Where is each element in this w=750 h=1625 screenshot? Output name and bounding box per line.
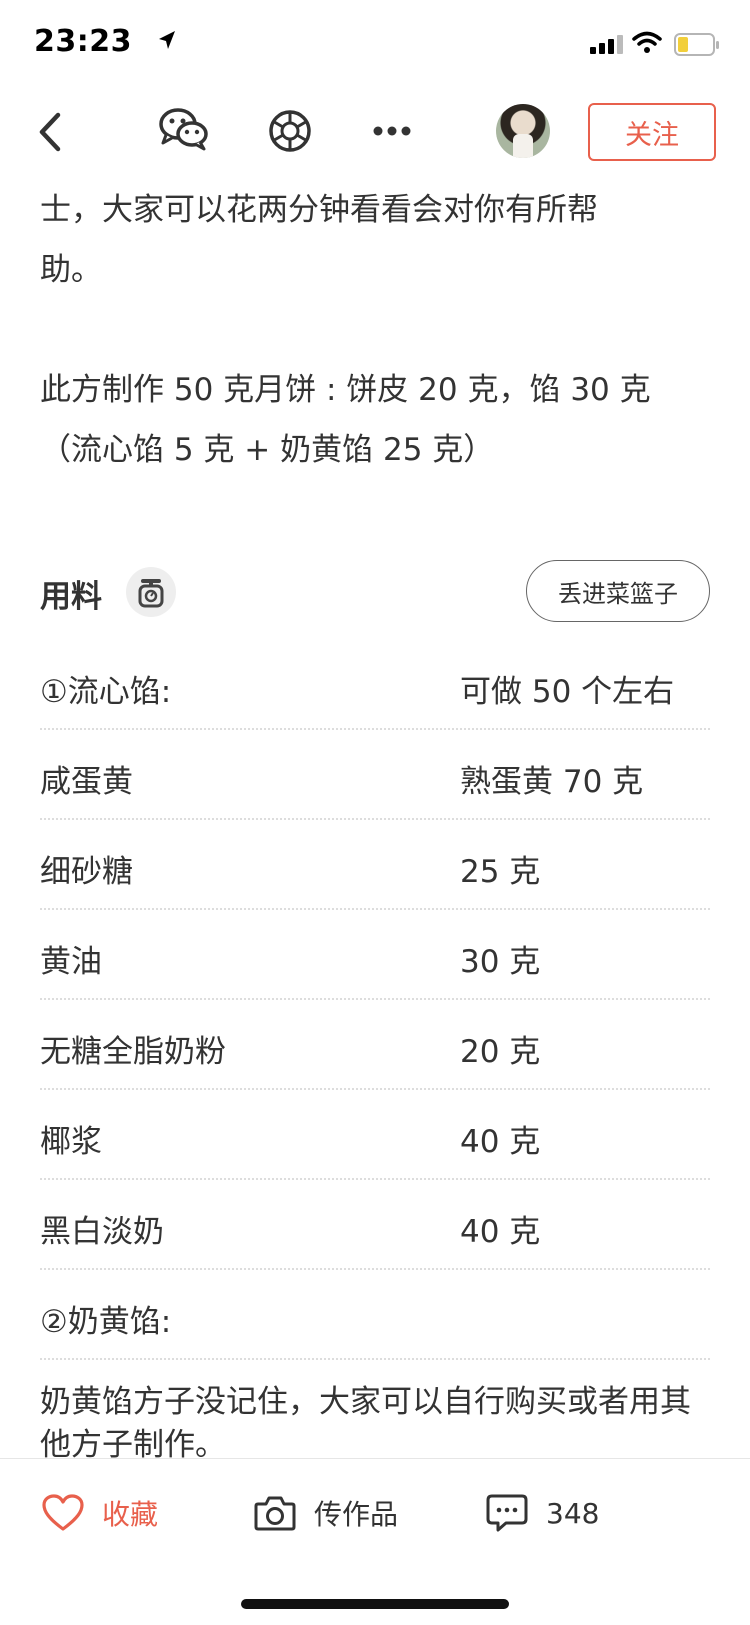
ingredients-header: 用料 丢进菜篮子	[40, 560, 710, 627]
ingredient-row: 无糖全脂奶粉 20 克	[40, 1000, 710, 1090]
ingredient-amount: 25 克	[460, 854, 541, 890]
scale-icon	[138, 579, 164, 608]
ingredient-row: 黄油 30 克	[40, 910, 710, 1000]
heart-icon	[42, 1494, 84, 1531]
scale-button[interactable]	[126, 567, 176, 617]
add-to-basket-button[interactable]: 丢进菜篮子	[526, 560, 710, 622]
ingredient-section-name: ②奶黄馅:	[40, 1304, 172, 1340]
ingredient-name: 黄油	[40, 944, 102, 980]
ingredient-name: 椰浆	[40, 1124, 102, 1160]
ingredients-title: 用料	[40, 579, 102, 615]
comment-icon	[486, 1494, 528, 1532]
signal-icon	[590, 35, 623, 54]
location-arrow-icon	[159, 31, 175, 49]
ingredient-amount: 40 克	[460, 1214, 541, 1250]
ingredient-amount: 40 克	[460, 1124, 541, 1160]
portion-line-2: （流心馅 5 克 + 奶黄馅 25 克）	[40, 432, 495, 468]
ingredient-amount: 可做 50 个左右	[460, 674, 675, 710]
ingredient-name: ①流心馅:	[40, 674, 172, 710]
ingredient-name: 细砂糖	[40, 854, 133, 890]
portion-paragraph: 此方制作 50 克月饼 : 饼皮 20 克，馅 30 克 （流心馅 5 克 + …	[40, 360, 710, 480]
favorite-button[interactable]: 收藏	[42, 1487, 158, 1539]
status-bar: 23:23	[0, 0, 750, 90]
wifi-icon	[632, 31, 662, 53]
ingredient-name: 咸蛋黄	[40, 764, 133, 800]
more-icon[interactable]	[372, 125, 412, 137]
intro-line-1: 士，大家可以花两分钟看看会对你有所帮	[40, 192, 598, 228]
intro-paragraph: 士，大家可以花两分钟看看会对你有所帮 助。	[40, 180, 710, 300]
camera-icon	[254, 1496, 296, 1531]
ingredient-row: 咸蛋黄 熟蛋黄 70 克	[40, 730, 710, 820]
comment-count: 348	[546, 1496, 600, 1530]
ingredient-name: 无糖全脂奶粉	[40, 1034, 226, 1070]
back-icon[interactable]	[30, 107, 74, 157]
nav-bar: 关注	[0, 95, 750, 175]
portion-line-1: 此方制作 50 克月饼 : 饼皮 20 克，馅 30 克	[40, 372, 651, 408]
upload-work-button[interactable]: 传作品	[254, 1487, 398, 1539]
ingredient-name: 黑白淡奶	[40, 1214, 164, 1250]
favorite-label: 收藏	[102, 1498, 159, 1531]
intro-line-2: 助。	[40, 252, 102, 288]
follow-button[interactable]: 关注	[588, 103, 716, 161]
wechat-icon[interactable]	[158, 105, 210, 153]
ingredient-amount: 20 克	[460, 1034, 541, 1070]
status-time: 23:23	[34, 24, 132, 59]
ingredients-note: 奶黄馅方子没记住，大家可以自行购买或者用其他方子制作。	[40, 1384, 691, 1458]
author-avatar[interactable]	[496, 104, 550, 158]
moments-icon[interactable]	[266, 107, 314, 155]
home-indicator[interactable]	[241, 1599, 509, 1609]
ingredient-section-row: ②奶黄馅:	[40, 1270, 710, 1360]
ingredient-amount: 30 克	[460, 944, 541, 980]
upload-work-label: 传作品	[314, 1498, 399, 1531]
ingredient-row: 椰浆 40 克	[40, 1090, 710, 1180]
ingredient-row: ①流心馅: 可做 50 个左右	[40, 640, 710, 730]
comment-button[interactable]: 348	[486, 1487, 599, 1539]
ingredients-list: ①流心馅: 可做 50 个左右 咸蛋黄 熟蛋黄 70 克 细砂糖 25 克 黄油…	[40, 640, 710, 1360]
ingredient-amount: 熟蛋黄 70 克	[460, 764, 644, 800]
ingredient-row: 黑白淡奶 40 克	[40, 1180, 710, 1270]
ingredient-row: 细砂糖 25 克	[40, 820, 710, 910]
battery-icon	[674, 33, 719, 56]
